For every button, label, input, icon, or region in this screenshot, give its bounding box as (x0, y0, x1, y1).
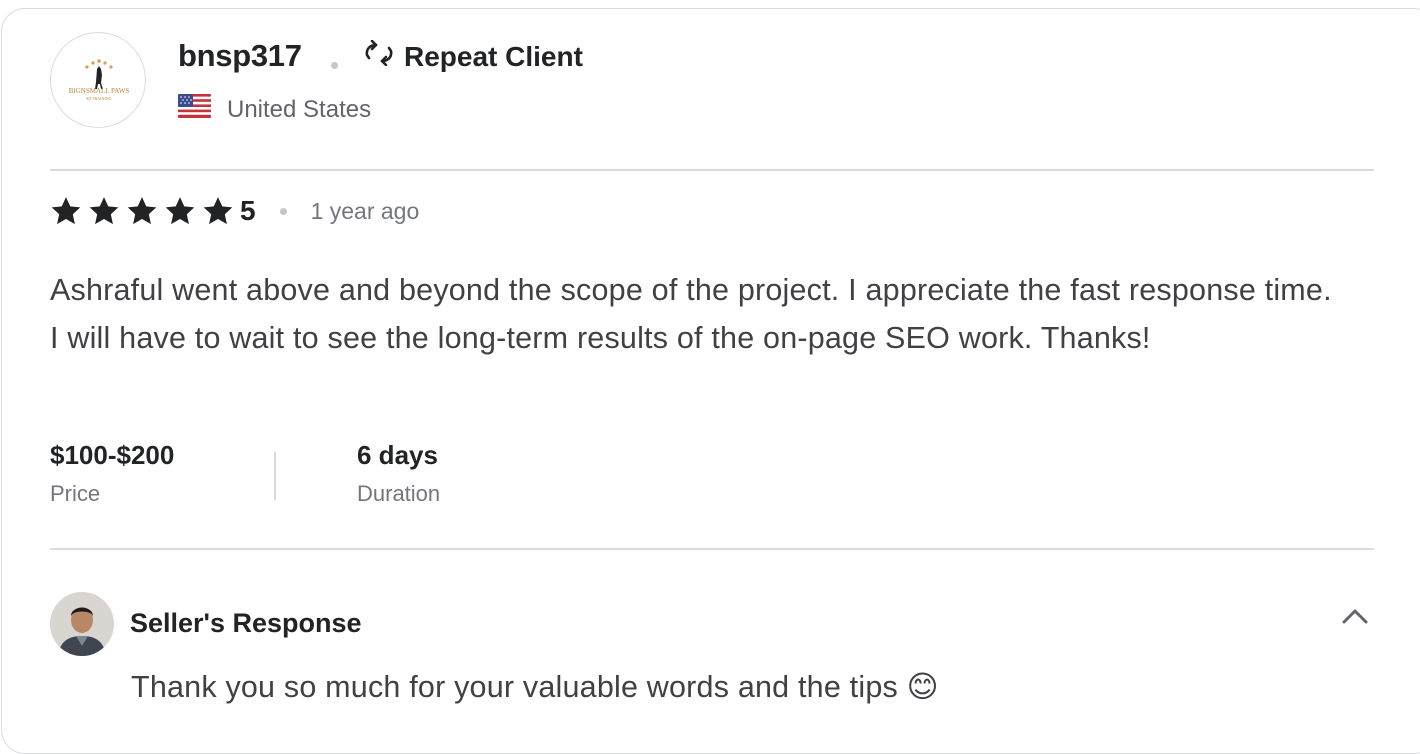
review-text: Ashraful went above and beyond the scope… (50, 273, 1332, 355)
star-icon (89, 197, 119, 225)
star-rating (50, 195, 234, 227)
svg-text:K9 TRAINING: K9 TRAINING (86, 96, 111, 101)
svg-text:BIGNSMALL PAWS: BIGNSMALL PAWS (69, 87, 130, 95)
review-header: BIGNSMALL PAWS K9 TRAINING bnsp317 Repea… (50, 32, 1374, 163)
duration-value: 6 days (357, 440, 438, 470)
price-value: $100-$200 (50, 440, 175, 470)
duration-block: 6 days Duration (357, 440, 440, 507)
seller-response-title: Seller's Response (130, 608, 362, 638)
country-label: United States (227, 95, 372, 123)
star-icon (165, 197, 195, 225)
star-icon (51, 197, 81, 225)
repeat-client-label: Repeat Client (404, 40, 583, 72)
price-block: $100-$200 Price (50, 440, 174, 507)
price-label: Price (50, 481, 101, 506)
meta-separator (274, 452, 276, 500)
star-icon (203, 197, 233, 225)
separator-dot (331, 62, 338, 69)
chevron-up-icon (1342, 609, 1368, 624)
us-flag-icon (178, 94, 211, 125)
header-divider (50, 169, 1374, 171)
reviewer-avatar[interactable]: BIGNSMALL PAWS K9 TRAINING (50, 32, 146, 128)
reviewer-country: United States (178, 94, 371, 125)
star-icon (127, 197, 157, 225)
review-time-ago: 1 year ago (310, 197, 420, 224)
duration-label: Duration (357, 481, 441, 506)
collapse-response-button[interactable] (1338, 603, 1372, 629)
repeat-client-badge: Repeat Client (362, 39, 583, 73)
rating-row: 5 1 year ago (50, 195, 419, 227)
seller-avatar[interactable] (50, 592, 114, 656)
response-divider (50, 548, 1374, 550)
reviewer-username[interactable]: bnsp317 (178, 38, 302, 74)
separator-dot (279, 207, 287, 215)
seller-response-text: Thank you so much for your valuable word… (131, 670, 939, 704)
repeat-icon (362, 39, 396, 73)
rating-value: 5 (240, 195, 256, 226)
